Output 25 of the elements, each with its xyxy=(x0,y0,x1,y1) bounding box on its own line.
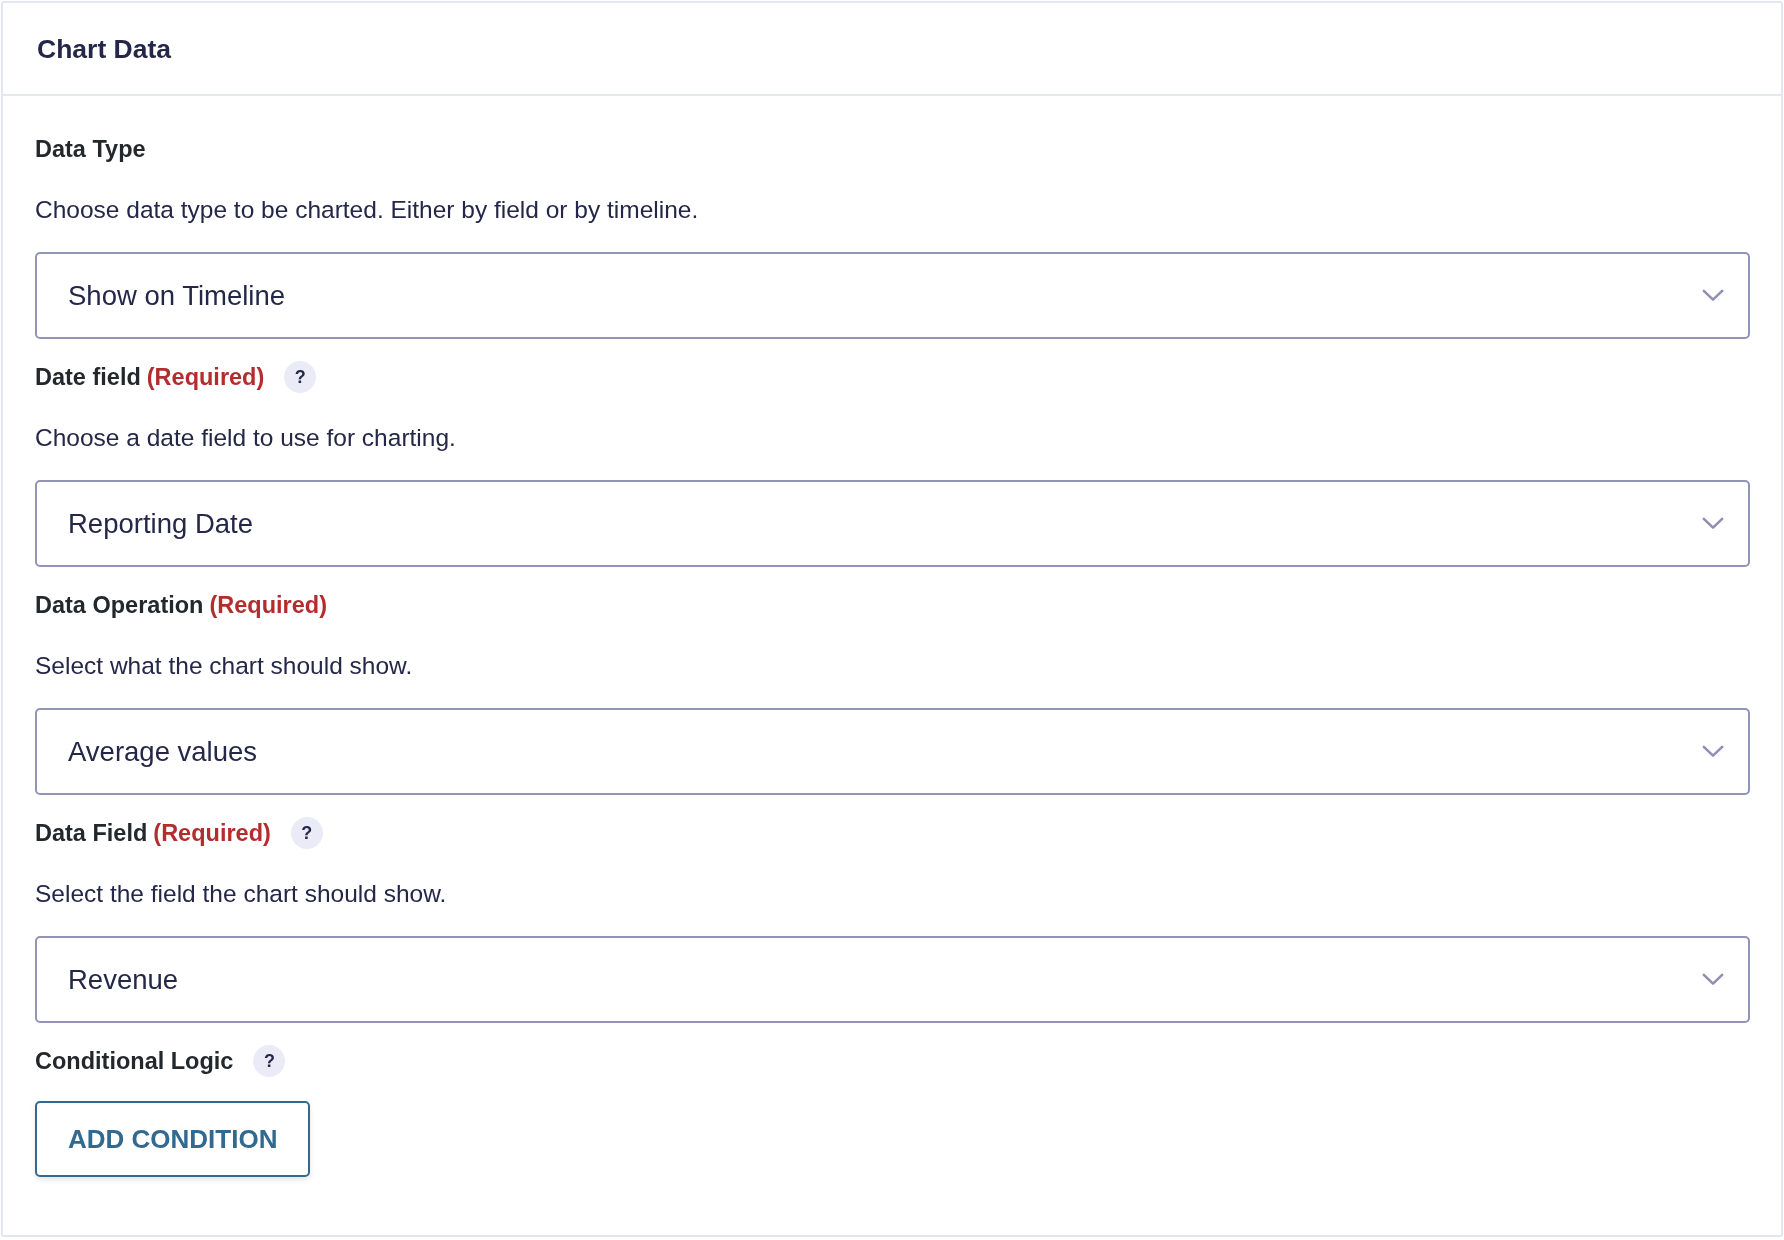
field-description: Choose data type to be charted. Either by field or by timeline. xyxy=(35,195,700,225)
field-label: Data Operation xyxy=(35,591,204,620)
required-note: (Required) xyxy=(209,591,327,620)
dropdown[interactable]: Revenue xyxy=(35,936,1750,1023)
required-note: (Required) xyxy=(146,363,265,392)
dropdown[interactable]: Show on Timeline xyxy=(35,252,1750,339)
chevron-down-icon xyxy=(1702,973,1724,986)
chevron-down-icon xyxy=(1702,745,1724,758)
help-icon[interactable]: ? xyxy=(284,361,317,393)
dropdown[interactable]: Average values xyxy=(35,708,1750,795)
add-condition-button[interactable]: ADD CONDITION xyxy=(35,1101,311,1177)
field-label: Data Field xyxy=(35,819,148,848)
field-label: Conditional Logic xyxy=(35,1047,234,1076)
help-icon[interactable]: ? xyxy=(253,1045,286,1077)
chevron-down-icon xyxy=(1702,517,1724,530)
field-description: Choose a date field to use for charting. xyxy=(35,423,457,453)
help-icon[interactable]: ? xyxy=(290,817,323,849)
field-description: Select the field the chart should show. xyxy=(35,879,448,909)
field-label: Date field xyxy=(35,363,141,392)
required-note: (Required) xyxy=(153,819,271,848)
dropdown[interactable]: Reporting Date xyxy=(35,480,1750,567)
field-description: Select what the chart should show. xyxy=(35,651,414,681)
panel-title: Chart Data xyxy=(37,32,171,65)
field-label: Data Type xyxy=(35,135,146,164)
chevron-down-icon xyxy=(1702,289,1724,302)
